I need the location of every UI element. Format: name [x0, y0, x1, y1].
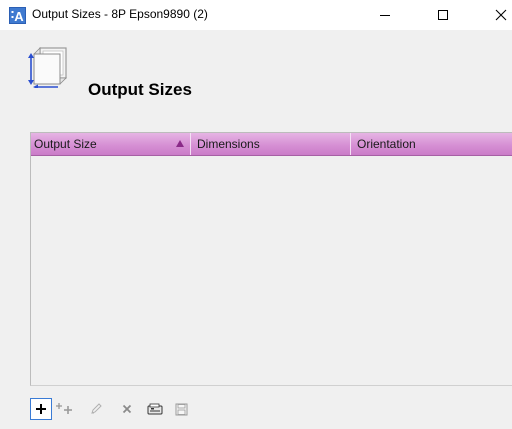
column-header-orientation[interactable]: Orientation: [351, 133, 512, 155]
output-sizes-table: Output Size Dimensions Orientation: [30, 132, 512, 386]
maximize-icon: [438, 10, 448, 20]
close-icon: [495, 9, 507, 21]
save-button[interactable]: [170, 398, 192, 420]
minimize-button[interactable]: [362, 0, 408, 30]
delete-icon: [122, 404, 132, 414]
page-title: Output Sizes: [88, 80, 192, 99]
column-label: Orientation: [357, 137, 416, 151]
delete-button[interactable]: [116, 398, 138, 420]
table-body[interactable]: [31, 156, 512, 385]
maximize-button[interactable]: [420, 0, 466, 30]
add-multiple-button[interactable]: [54, 398, 76, 420]
import-button[interactable]: [144, 398, 166, 420]
save-icon: [175, 403, 187, 415]
add-icon: [36, 404, 46, 414]
table-header: Output Size Dimensions Orientation: [31, 133, 512, 156]
add-button[interactable]: [30, 398, 52, 420]
minimize-icon: [380, 15, 390, 16]
title-bar[interactable]: A Output Sizes - 8P Epson9890 (2): [0, 0, 512, 30]
app-logo-icon: A: [9, 7, 26, 24]
column-label: Output Size: [34, 137, 97, 151]
close-button[interactable]: [478, 0, 512, 30]
column-header-output-size[interactable]: Output Size: [31, 133, 191, 155]
edit-button[interactable]: [85, 398, 107, 420]
dialog-header: [0, 30, 512, 120]
sort-ascending-icon: [176, 140, 184, 147]
column-label: Dimensions: [197, 137, 260, 151]
import-icon: [147, 403, 163, 415]
add-multiple-icon: [56, 403, 72, 414]
output-size-icon: [28, 47, 67, 88]
edit-icon: [91, 403, 102, 414]
output-sizes-window: A Output Sizes - 8P Epson9890 (2) Output…: [0, 0, 512, 429]
column-header-dimensions[interactable]: Dimensions: [191, 133, 351, 155]
svg-text:A: A: [14, 9, 24, 24]
window-title: Output Sizes - 8P Epson9890 (2): [32, 7, 208, 21]
